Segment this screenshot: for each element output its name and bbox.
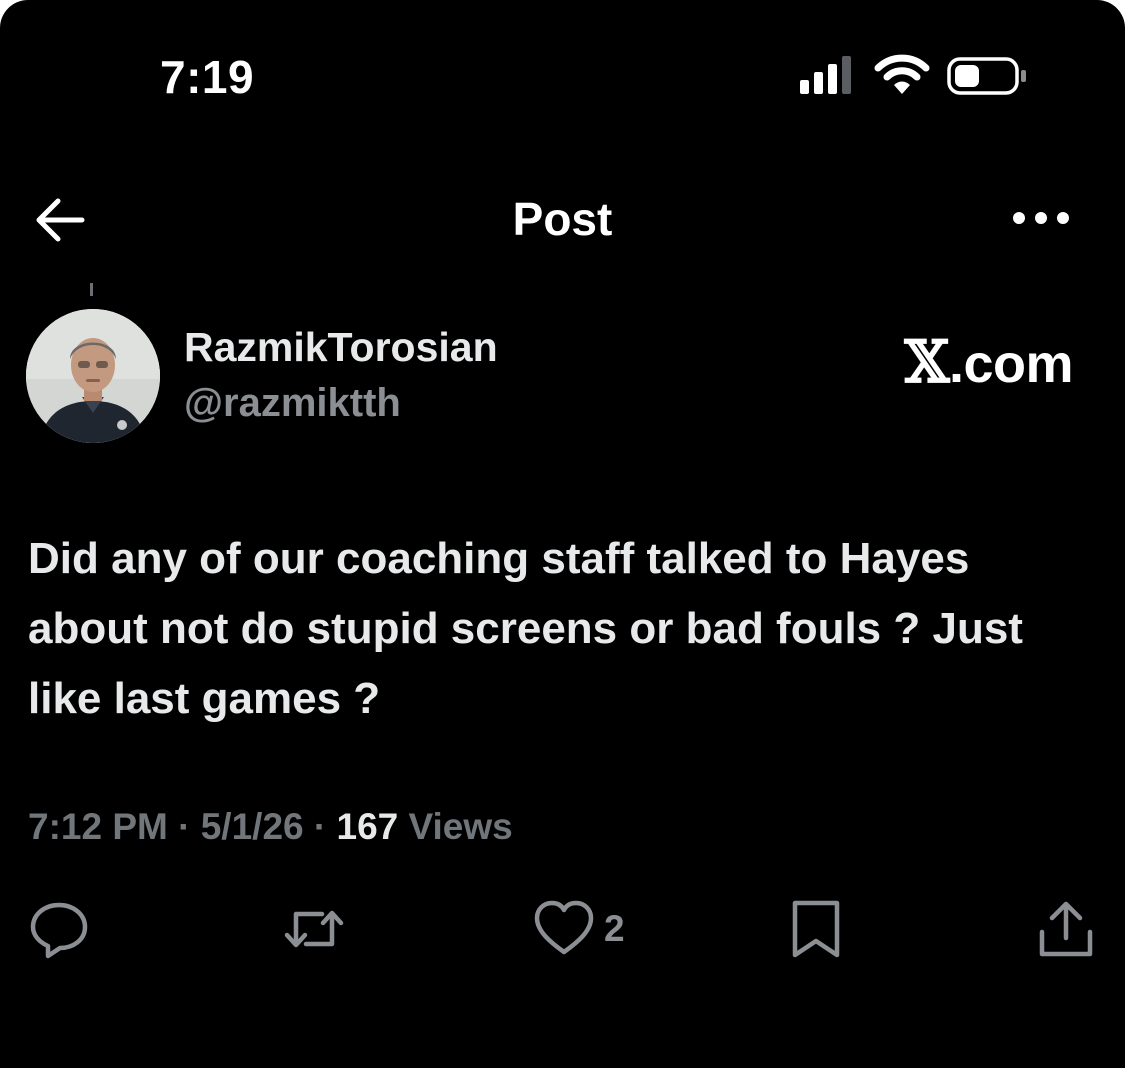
- views-label[interactable]: Views: [409, 806, 513, 847]
- post-time: 7:12 PM: [28, 806, 168, 847]
- heart-icon: [534, 900, 594, 955]
- wifi-icon: [874, 54, 930, 94]
- bookmark-icon: [792, 900, 840, 958]
- like-count: 2: [604, 908, 625, 949]
- reply-icon: [30, 902, 88, 959]
- page-title: Post: [512, 193, 613, 245]
- post-text: Did any of our coaching staff talked to …: [28, 534, 1023, 723]
- repost-icon: [284, 910, 344, 948]
- more-options-icon: [1013, 212, 1069, 224]
- author-display-name[interactable]: RazmikTorosian: [184, 324, 498, 371]
- reply-button[interactable]: [28, 898, 90, 960]
- avatar[interactable]: [26, 309, 160, 443]
- views-count[interactable]: 167: [337, 806, 399, 847]
- author-handle[interactable]: @razmiktth: [184, 381, 401, 426]
- post-screen: 7:19 Post RazmikTorosian @razmiktth 𝕏.co…: [0, 0, 1125, 1068]
- battery-icon: [947, 57, 1026, 95]
- meta-separator: ·: [178, 806, 191, 847]
- post-date: 5/1/26: [200, 806, 304, 847]
- more-options-button[interactable]: [1010, 200, 1072, 236]
- avatar-photo: [26, 309, 160, 443]
- like-button[interactable]: 2: [532, 898, 625, 960]
- bookmark-button[interactable]: [788, 898, 844, 960]
- repost-button[interactable]: [282, 898, 346, 960]
- status-icons: [798, 54, 1038, 98]
- x-logo-icon: 𝕏: [904, 328, 949, 396]
- status-time: 7:19: [160, 51, 255, 103]
- thread-line-stub: [90, 283, 93, 296]
- brand-domain: .com: [948, 334, 1074, 394]
- share-icon: [1039, 901, 1093, 957]
- post-meta: 7:12 PM · 5/1/26 · 167 Views: [28, 806, 513, 848]
- share-button[interactable]: [1036, 898, 1096, 960]
- cellular-signal-icon: [800, 56, 851, 94]
- brand-logo: 𝕏.com: [904, 328, 1073, 396]
- meta-separator: ·: [313, 806, 327, 847]
